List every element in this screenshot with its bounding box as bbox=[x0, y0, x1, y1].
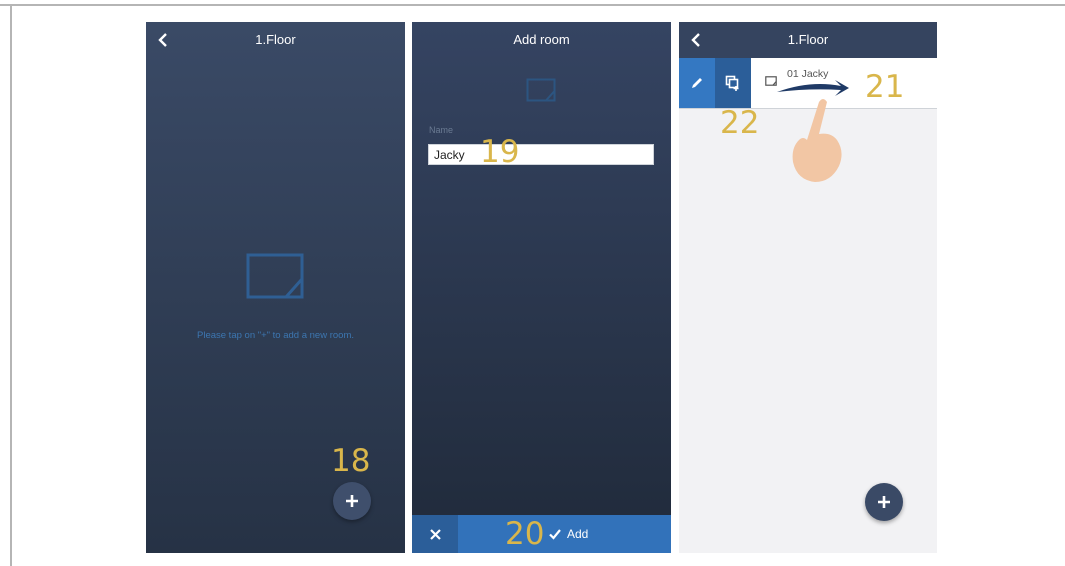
empty-hint: Please tap on "+" to add a new room. bbox=[197, 330, 354, 341]
edit-room-button[interactable] bbox=[679, 58, 715, 108]
header: 1.Floor bbox=[146, 22, 405, 58]
cancel-button[interactable] bbox=[412, 515, 458, 553]
room-icon bbox=[246, 253, 304, 299]
add-button[interactable]: Add bbox=[549, 515, 588, 553]
copy-room-button[interactable] bbox=[715, 58, 751, 108]
name-label: Name bbox=[429, 125, 454, 135]
add-room-button[interactable] bbox=[333, 482, 371, 520]
pointing-hand-icon bbox=[792, 99, 842, 182]
callout-number: 18 bbox=[331, 443, 371, 479]
checkmark-icon bbox=[549, 529, 561, 540]
floor-room-list-screen: 1.Floor 01 Jacky 21 22 bbox=[679, 22, 937, 553]
header: 1.Floor bbox=[679, 22, 937, 58]
action-bar: 20 Add bbox=[412, 515, 671, 553]
callout-number: 20 bbox=[505, 516, 545, 552]
close-icon bbox=[429, 528, 441, 540]
floor-empty-screen: 1.Floor Please tap on "+" to add a new r… bbox=[146, 22, 405, 553]
add-room-button[interactable] bbox=[865, 483, 903, 521]
plus-icon bbox=[878, 496, 890, 508]
page-title: 1.Floor bbox=[255, 32, 296, 47]
room-icon bbox=[526, 78, 556, 102]
page-title: 1.Floor bbox=[787, 32, 829, 47]
add-room-screen: Add room Name 19 20 Add bbox=[412, 22, 671, 553]
pencil-icon bbox=[692, 78, 702, 88]
callout-number: 19 bbox=[480, 134, 520, 170]
frame-top-border bbox=[0, 4, 1065, 6]
frame-left-border bbox=[10, 4, 12, 566]
room-name-input[interactable] bbox=[428, 144, 654, 165]
callout-number: 22 bbox=[720, 105, 760, 141]
callout-number: 21 bbox=[865, 69, 905, 105]
page-title: Add room bbox=[513, 32, 570, 47]
add-button-label: Add bbox=[567, 527, 589, 541]
copy-add-icon bbox=[725, 75, 739, 91]
header: Add room bbox=[412, 22, 671, 58]
plus-icon bbox=[346, 495, 358, 507]
